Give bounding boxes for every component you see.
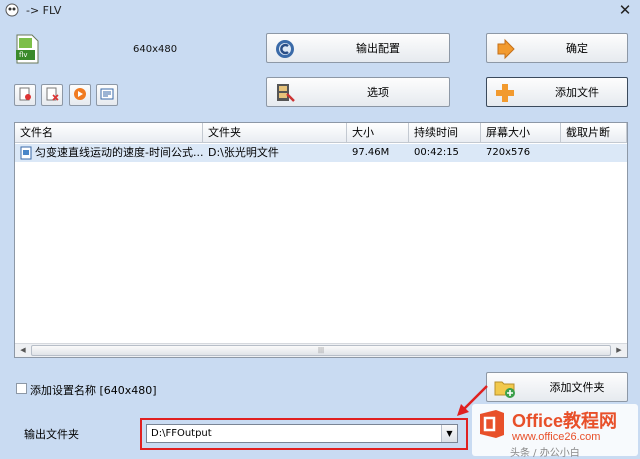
play-icon — [73, 87, 87, 104]
remove-icon — [18, 87, 32, 104]
add-setting-name-label: 添加设置名称 [640x480] — [30, 384, 157, 397]
remove-file-button[interactable] — [14, 84, 36, 106]
table-row[interactable]: 匀变速直线运动的速度-时间公式... D:\张光明文件 97.46M 00:42… — [15, 144, 627, 162]
horizontal-scrollbar[interactable]: ◀ ||| ▶ — [15, 343, 627, 357]
output-folder-value: D:\FFOutput — [151, 428, 212, 439]
add-folder-button[interactable]: 添加文件夹 — [486, 372, 628, 402]
watermark-url: www.office26.com — [512, 431, 601, 443]
output-folder-label: 输出文件夹 — [24, 428, 79, 441]
plus-icon — [494, 82, 516, 104]
close-button[interactable]: ✕ — [614, 1, 636, 19]
play-button[interactable] — [69, 84, 91, 106]
column-header-size[interactable]: 大小 — [347, 123, 409, 143]
office-logo-icon — [476, 408, 508, 440]
cell-filename: 匀变速直线运动的速度-时间公式... — [35, 146, 203, 159]
scroll-left-button[interactable]: ◀ — [17, 345, 29, 356]
cell-folder: D:\张光明文件 — [208, 146, 279, 159]
column-header-screen-size[interactable]: 屏幕大小 — [481, 123, 561, 143]
resolution-label: 640x480 — [133, 44, 178, 55]
settings-gear-icon — [274, 38, 296, 60]
output-config-label: 输出配置 — [356, 42, 400, 55]
output-config-button[interactable]: 输出配置 — [266, 33, 450, 63]
dropdown-arrow-icon[interactable]: ▼ — [441, 425, 457, 442]
file-list[interactable]: 文件名 文件夹 大小 持续时间 屏幕大小 截取片断 匀变速直线运动的速度-时间公… — [14, 122, 628, 358]
options-button[interactable]: 选项 — [266, 77, 450, 107]
clear-icon — [45, 87, 59, 104]
app-icon — [5, 3, 19, 17]
window-title: -> FLV — [26, 4, 62, 17]
film-options-icon — [274, 82, 296, 104]
scroll-right-button[interactable]: ▶ — [613, 345, 625, 356]
cell-size: 97.46M — [352, 147, 390, 158]
add-file-label: 添加文件 — [555, 86, 599, 99]
confirm-label: 确定 — [566, 42, 588, 55]
confirm-button[interactable]: 确定 — [486, 33, 628, 63]
column-header-filename[interactable]: 文件名 — [15, 123, 203, 143]
folder-add-icon — [494, 377, 516, 399]
output-folder-select[interactable]: D:\FFOutput ▼ — [146, 424, 458, 443]
flv-icon-text: flv — [19, 51, 28, 59]
column-header-duration[interactable]: 持续时间 — [409, 123, 481, 143]
clear-list-button[interactable] — [41, 84, 63, 106]
cell-duration: 00:42:15 — [414, 147, 459, 158]
title-bar — [0, 0, 640, 22]
column-header-clip[interactable]: 截取片断 — [561, 123, 627, 143]
watermark-caption: 头条 / 办公小白 — [510, 448, 580, 459]
video-file-icon — [20, 146, 32, 163]
add-folder-label: 添加文件夹 — [549, 381, 605, 394]
scroll-thumb[interactable]: ||| — [31, 345, 611, 356]
options-label: 选项 — [367, 86, 389, 99]
cell-screen-size: 720x576 — [486, 147, 531, 158]
watermark: Office教程网 www.office26.com 头条 / 办公小白 — [472, 404, 638, 459]
arrow-right-icon — [494, 38, 516, 60]
flv-format-icon: flv — [14, 34, 40, 64]
cell-clip — [566, 144, 626, 162]
column-header-folder[interactable]: 文件夹 — [203, 123, 347, 143]
add-setting-name-checkbox[interactable] — [16, 383, 27, 394]
info-icon — [100, 87, 114, 104]
media-info-button[interactable] — [96, 84, 118, 106]
watermark-brand: Office教程网 — [512, 411, 618, 431]
add-file-button[interactable]: 添加文件 — [486, 77, 628, 107]
